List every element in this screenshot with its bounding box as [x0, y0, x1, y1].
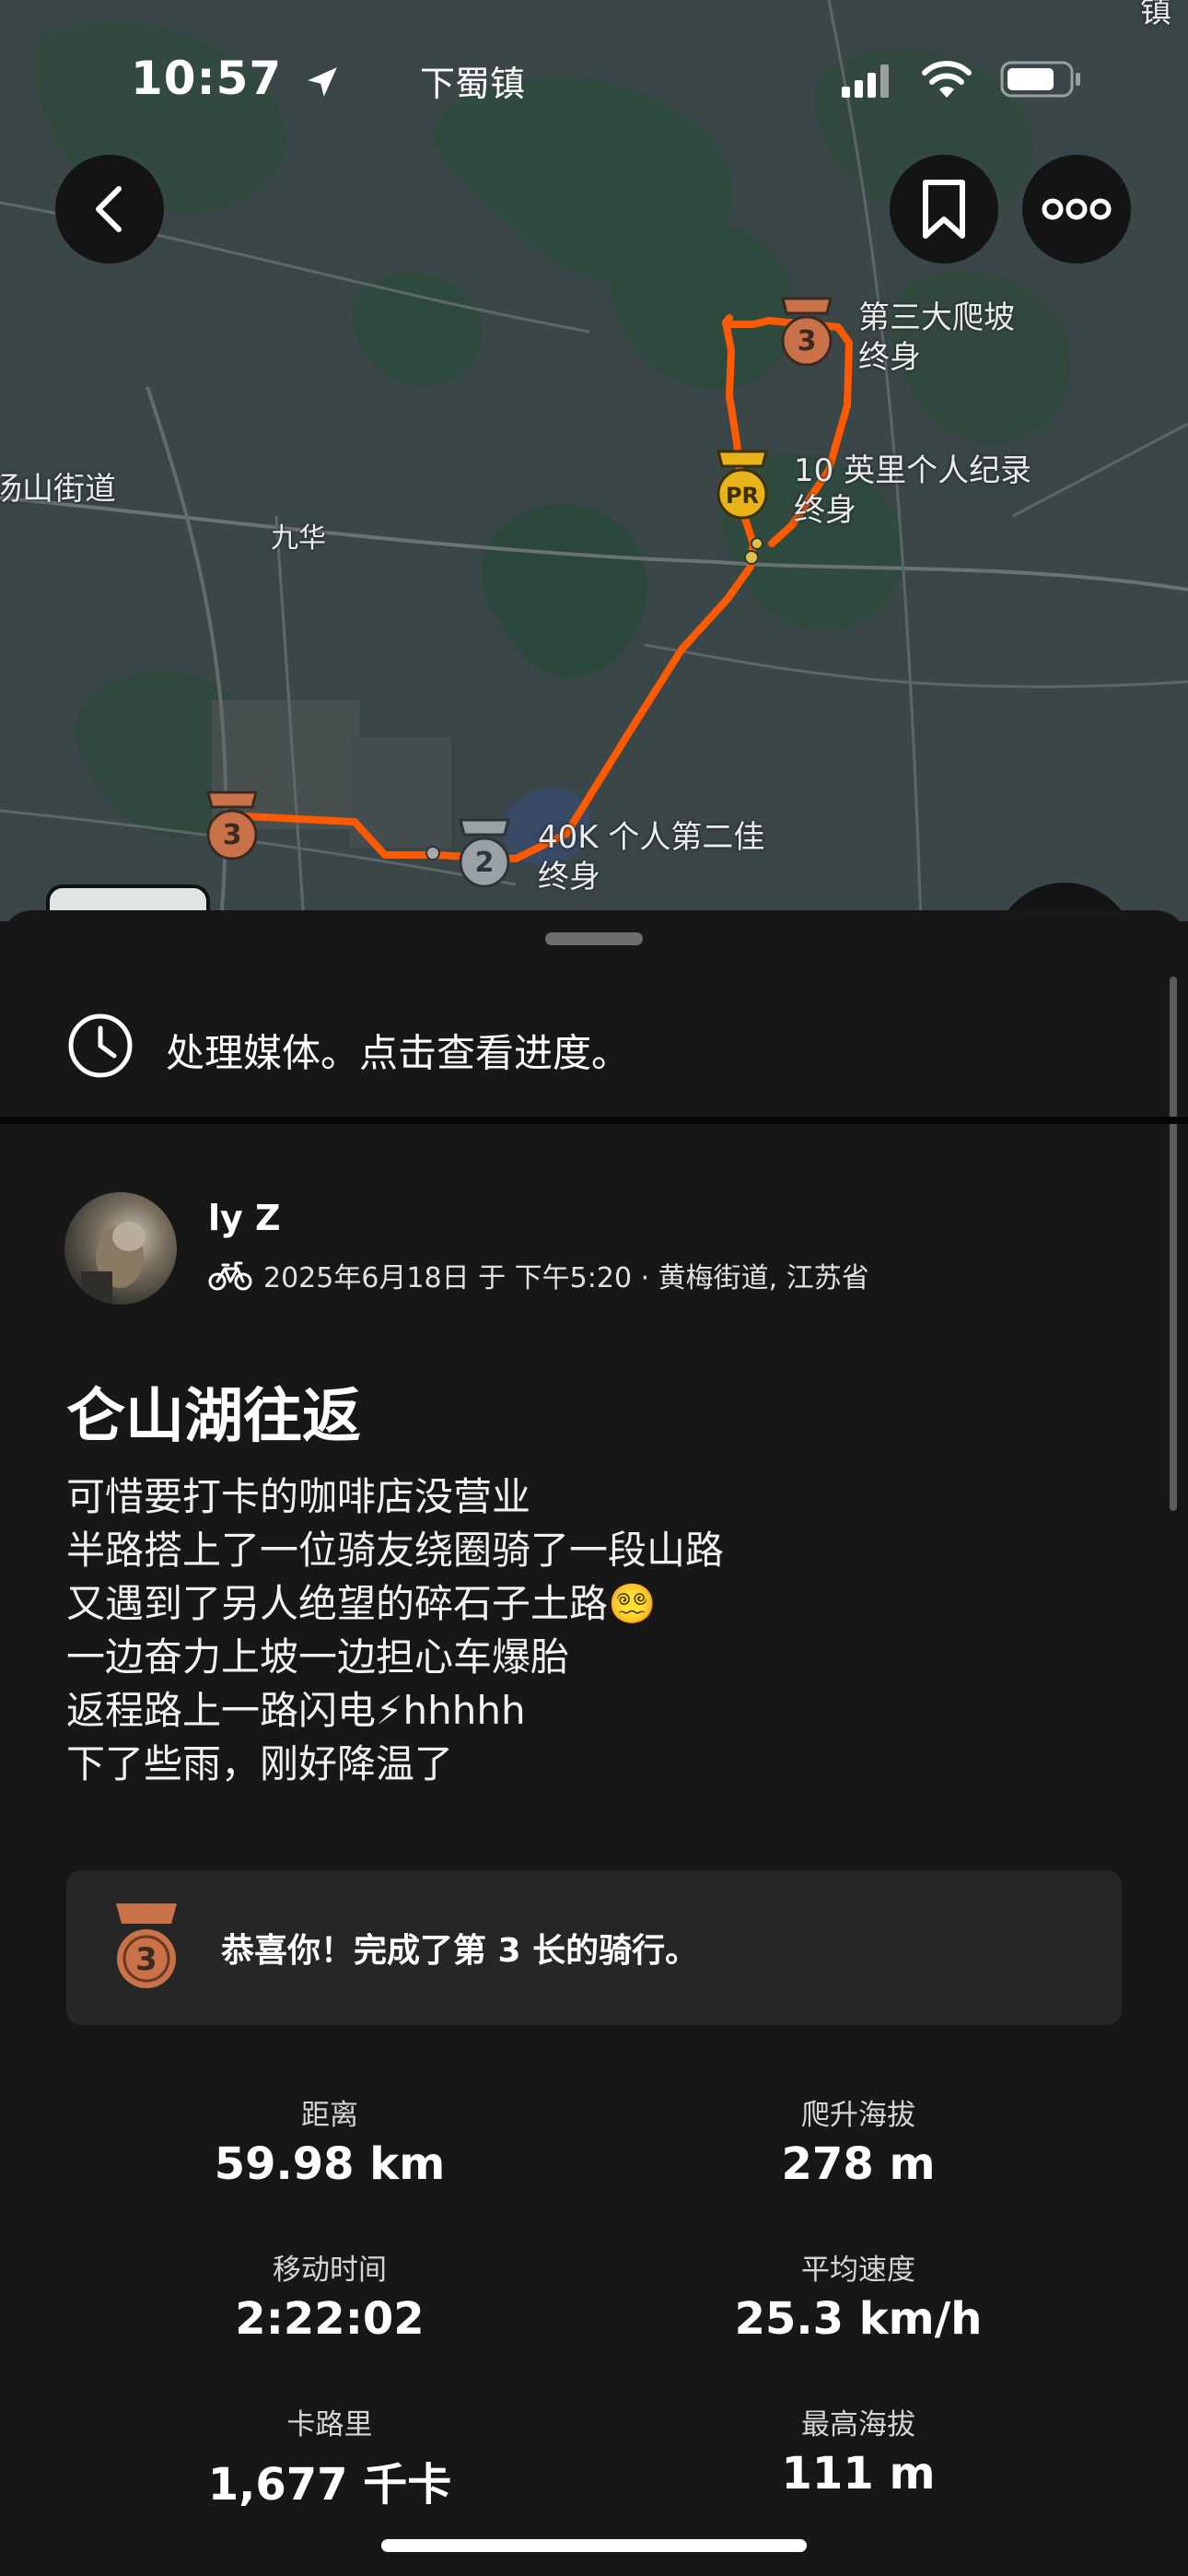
stat-label: 平均速度 [801, 2254, 915, 2287]
stat-max-elevation: 最高海拔 111 m [665, 2401, 1052, 2500]
segment-climb-label[interactable]: 第三大爬坡 终身 [858, 299, 1015, 377]
segment-climb-subtitle: 终身 [858, 338, 921, 376]
bookmark-button[interactable] [890, 155, 998, 263]
segment-10mi-subtitle: 终身 [794, 491, 856, 529]
map-street-label: 汤山街道 [0, 471, 116, 508]
map-town-label: 九华 [271, 522, 326, 555]
description-line: 半路搭上了一位骑友绕圈骑了一段山路 [66, 1528, 725, 1573]
bicycle-icon [208, 1261, 252, 1291]
stat-label: 移动时间 [273, 2254, 387, 2287]
more-options-button[interactable] [1022, 155, 1131, 263]
bookmark-icon [923, 180, 965, 239]
activity-description: 可惜要打卡的咖啡店没营业 半路搭上了一位骑友绕圈骑了一段山路 又遇到了另人绝望的… [66, 1470, 724, 1791]
stat-value: 111 m [781, 2448, 936, 2500]
svg-text:3: 3 [135, 1941, 157, 1978]
status-time-text: 10:57 [131, 52, 283, 105]
map-corner-label: 镇 [1140, 0, 1171, 30]
segment-10mi-title: 10 英里个人纪录 [794, 452, 1032, 489]
stat-value: 2:22:02 [235, 2293, 425, 2345]
stat-label: 爬升海拔 [801, 2099, 915, 2132]
clock-icon [68, 1013, 133, 1078]
stat-label: 最高海拔 [801, 2408, 915, 2441]
battery-icon [1000, 61, 1083, 101]
status-time: 10:57 [131, 52, 342, 105]
segment-40k-label[interactable]: 40K 个人第二佳 终身 [538, 818, 764, 896]
stat-distance: 距离 59.98 km [136, 2091, 523, 2190]
wifi-icon [921, 59, 973, 103]
svg-text:3: 3 [223, 819, 242, 851]
status-place: 下蜀镇 [420, 64, 526, 104]
stat-moving-time: 移动时间 2:22:02 [136, 2246, 523, 2345]
svg-text:PR: PR [726, 483, 759, 509]
segment-start-bronze-medal-icon[interactable]: 3 [197, 787, 267, 868]
section-divider [0, 1117, 1188, 1124]
description-line: 可惜要打卡的咖啡店没营业 [66, 1474, 531, 1519]
more-dots-icon [1042, 198, 1112, 220]
stat-value: 278 m [781, 2138, 936, 2190]
processing-media-text: 处理媒体。点击查看进度。 [166, 1030, 631, 1076]
chevron-left-icon [96, 186, 122, 232]
segment-10mi-pr-icon[interactable]: PR [707, 446, 777, 527]
stat-calories: 卡路里 1,677 千卡 [136, 2401, 523, 2512]
achievement-text: 恭喜你！完成了第 3 长的骑行。 [221, 1932, 699, 1970]
route-map[interactable]: 3 PR 3 2 第三大爬坡 终身 10 英里个人纪录 终身 40K 个人第二佳… [0, 0, 1188, 921]
activity-meta-text: 2025年6月18日 于 下午5:20 · 黄梅街道, 江苏省 [263, 1262, 869, 1294]
description-line: 下了些雨，刚好降温了 [66, 1741, 454, 1786]
activity-title: 仑山湖往返 [66, 1383, 361, 1451]
description-line: 又遇到了另人绝望的碎石子土路😵‍💫 [66, 1581, 657, 1626]
athlete-name[interactable]: ly Z [208, 1198, 281, 1238]
stat-label: 距离 [301, 2099, 358, 2132]
achievement-card[interactable]: 3 恭喜你！完成了第 3 长的骑行。 [66, 1870, 1122, 2025]
description-line: 返程路上一路闪电⚡hhhhh [66, 1688, 526, 1733]
signal-icon [842, 64, 890, 101]
description-line: 一边奋力上坡一边担心车爆胎 [66, 1634, 570, 1680]
segment-40k-title: 40K 个人第二佳 [538, 819, 765, 856]
stat-value: 1,677 千卡 [207, 2459, 452, 2511]
stat-elevation-gain: 爬升海拔 278 m [665, 2091, 1052, 2190]
avatar[interactable] [64, 1192, 177, 1305]
home-indicator[interactable] [381, 2539, 807, 2552]
stat-value: 25.3 km/h [734, 2293, 983, 2345]
segment-climb-title: 第三大爬坡 [858, 299, 1015, 336]
svg-text:3: 3 [798, 325, 817, 357]
location-arrow-icon [307, 66, 337, 97]
stat-label: 卡路里 [286, 2408, 373, 2441]
svg-text:2: 2 [475, 847, 495, 879]
stat-avg-speed: 平均速度 25.3 km/h [665, 2246, 1052, 2345]
processing-media-banner[interactable]: 处理媒体。点击查看进度。 [0, 958, 1188, 1124]
segment-climb-medal-icon[interactable]: 3 [772, 293, 842, 374]
back-button[interactable] [55, 155, 164, 263]
stat-value: 59.98 km [214, 2138, 446, 2190]
segment-10mi-label[interactable]: 10 英里个人纪录 终身 [794, 451, 1031, 530]
segment-40k-subtitle: 终身 [538, 858, 600, 896]
segment-40k-silver-medal-icon[interactable]: 2 [449, 814, 519, 896]
sheet-drag-handle[interactable] [545, 932, 643, 945]
activity-meta: 2025年6月18日 于 下午5:20 · 黄梅街道, 江苏省 [208, 1255, 869, 1295]
bronze-medal-icon: 3 [116, 1903, 177, 1988]
